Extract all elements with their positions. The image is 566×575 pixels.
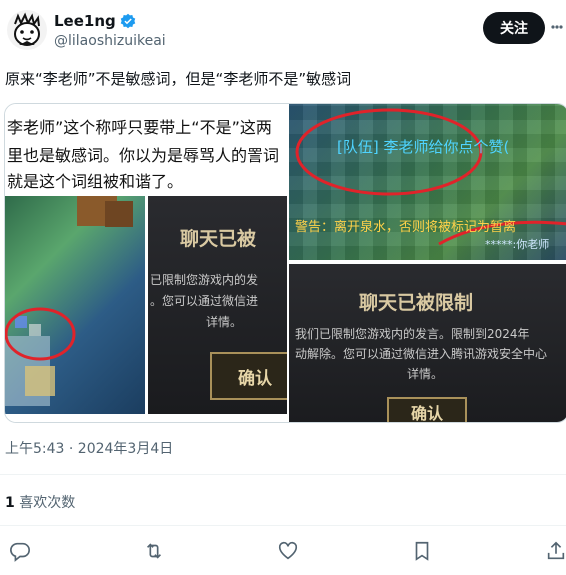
media-image-top-right[interactable]: [队伍] 李老师给你点个赞( 警告：离开泉水，否则将被标记为暂离 *****:你… — [289, 104, 566, 260]
heart-icon[interactable] — [277, 540, 301, 564]
action-bar — [0, 534, 566, 570]
chat-message: [队伍] 李老师给你点个赞( — [337, 138, 510, 156]
dialog-body-line: 已限制您游戏内的发 — [150, 273, 259, 287]
cartoon-avatar-icon — [14, 12, 40, 46]
reply-icon[interactable] — [9, 540, 33, 564]
verified-badge-icon — [120, 13, 136, 29]
confirm-button[interactable]: 确认 — [210, 352, 287, 400]
share-icon[interactable] — [545, 540, 566, 564]
confirm-button[interactable]: 确认 — [387, 397, 467, 422]
divider — [0, 474, 566, 475]
media-grid[interactable]: 李老师”这个称呼只要带上“不是”这两 里也是敏感词。你以为是辱骂人的詈词 就是这… — [4, 103, 566, 423]
tweet-text: 原来“李老师”不是敏感词，但是“李老师不是”敏感词 — [5, 70, 352, 88]
media-image-left[interactable]: 李老师”这个称呼只要带上“不是”这两 里也是敏感词。你以为是辱骂人的詈词 就是这… — [5, 104, 287, 422]
tweet-timestamp[interactable]: 上午5:43 · 2024年3月4日 — [5, 438, 173, 458]
dialog-body: 已限制您游戏内的发 。您可以通过微信进 详情。 — [150, 270, 258, 333]
likes-label: 喜欢次数 — [19, 495, 76, 511]
chat-name: *****:你老师 — [485, 238, 550, 251]
image-text-line: 里也是敏感词。你以为是辱骂人的詈词 — [7, 146, 280, 165]
retweet-icon[interactable] — [143, 540, 167, 564]
image-text-line: 就是这个词组被和谐了。 — [7, 172, 184, 191]
likes-number: 1 — [5, 495, 15, 511]
chat-restricted-dialog: 聊天已被 已限制您游戏内的发 。您可以通过微信进 详情。 确认 — [148, 196, 287, 414]
image-text-line: 李老师”这个称呼只要带上“不是”这两 — [7, 118, 272, 137]
dialog-body-line: 。您可以通过微信进 — [150, 294, 259, 308]
game-screenshot — [5, 196, 145, 414]
likes-count[interactable]: 1 喜欢次数 — [5, 492, 75, 512]
display-name[interactable]: Lee1ng — [54, 12, 116, 30]
avatar[interactable] — [7, 10, 47, 50]
tweet-header: Lee1ng @lilaoshizuikeai 关注 — [0, 0, 566, 60]
author-name-row[interactable]: Lee1ng — [54, 12, 136, 30]
follow-button[interactable]: 关注 — [483, 12, 545, 44]
divider — [0, 525, 566, 526]
dialog-body-line: 我们已限制您游戏内的发言。限制到2024年 — [295, 327, 530, 341]
game-scene-graphic — [5, 196, 133, 406]
more-icon[interactable] — [550, 16, 564, 38]
dialog-body-line: 动解除。您可以通过微信进入腾讯游戏安全中心 — [295, 347, 548, 361]
dialog-body-line: 详情。 — [206, 315, 243, 329]
dialog-body: 我们已限制您游戏内的发言。限制到2024年 动解除。您可以通过微信进入腾讯游戏安… — [295, 324, 547, 384]
warning-message: 警告：离开泉水，否则将被标记为暂离 — [295, 220, 517, 235]
dialog-title: 聊天已被 — [180, 228, 257, 250]
handle[interactable]: @lilaoshizuikeai — [54, 33, 166, 49]
media-image-bottom-right[interactable]: 聊天已被限制 我们已限制您游戏内的发言。限制到2024年 动解除。您可以通过微信… — [289, 264, 566, 422]
bookmark-icon[interactable] — [411, 540, 435, 564]
dialog-body-line: 详情。 — [407, 367, 444, 381]
dialog-title: 聊天已被限制 — [359, 292, 474, 314]
